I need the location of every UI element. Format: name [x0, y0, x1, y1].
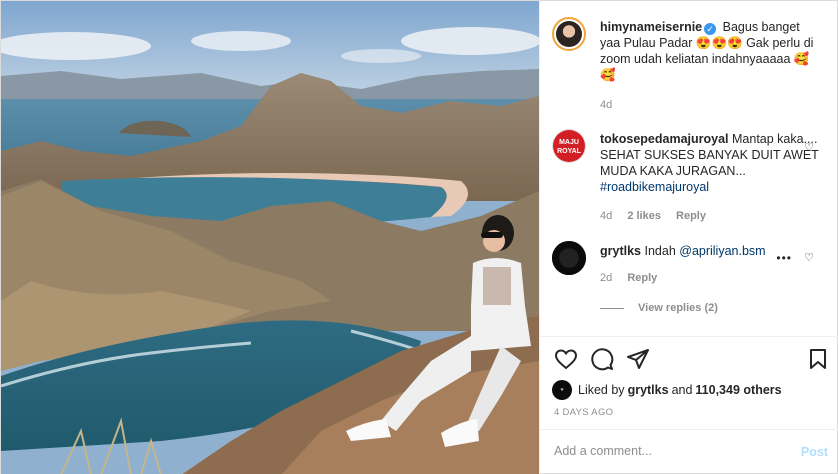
avatar-logo-text: MAJU ROYAL [553, 130, 585, 162]
instagram-post-frame: himynameisernie ✓ Bagus banget yaa Pulau … [0, 0, 838, 474]
share-icon[interactable] [626, 347, 650, 371]
likes-count[interactable]: 110,349 others [695, 383, 781, 397]
comment-username[interactable]: tokosepedamajuroyal [600, 132, 729, 146]
reply-button[interactable]: Reply [627, 272, 657, 284]
heart-icon[interactable]: ♡ [804, 251, 814, 264]
verified-badge-icon: ✓ [704, 23, 717, 35]
comment-input[interactable] [554, 444, 774, 458]
comments-panel: himynameisernie ✓ Bagus banget yaa Pulau … [539, 1, 838, 474]
landscape-photo [1, 1, 539, 474]
post-button[interactable]: Post [801, 445, 828, 459]
heart-icon[interactable]: ♡ [804, 141, 814, 154]
comment-meta: 2d Reply [600, 272, 669, 284]
comment-time: 2d [600, 272, 613, 284]
post-time[interactable]: 4 DAYS AGO [554, 407, 613, 418]
view-replies-button[interactable]: View replies (2) [600, 302, 718, 314]
comment-text: tokosepedamajuroyal Mantap kaka.... SEHA… [600, 131, 820, 195]
heart-icon[interactable] [554, 347, 578, 371]
comment-time: 4d [600, 99, 613, 111]
comment-likes[interactable]: 2 likes [627, 210, 661, 222]
view-replies-label: View replies (2) [638, 302, 718, 314]
likes-user[interactable]: grytlks [628, 383, 669, 397]
comment-icon[interactable] [590, 347, 614, 371]
more-options-icon[interactable]: ••• [776, 251, 792, 265]
avatar[interactable] [552, 17, 586, 51]
likes-summary: ● Liked by grytlks and 110,349 others [552, 380, 785, 400]
avatar[interactable]: MAJU ROYAL [552, 129, 586, 163]
comment-body: Indah [644, 244, 680, 258]
view-replies-line [600, 307, 624, 309]
likes-prefix: Liked by [578, 383, 625, 397]
reply-button[interactable]: Reply [676, 210, 706, 222]
comment-time: 4d [600, 210, 613, 222]
caption-comment: himynameisernie ✓ Bagus banget yaa Pulau … [552, 17, 828, 117]
comment-meta: 4d [600, 99, 624, 111]
bookmark-icon[interactable] [806, 347, 830, 371]
comment-username[interactable]: himynameisernie [600, 20, 702, 34]
comment-meta: 4d 2 likes Reply [600, 210, 718, 222]
likes-middle: and [671, 383, 693, 397]
comment-username[interactable]: grytlks [600, 244, 641, 258]
comment-item: MAJU ROYAL tokosepedamajuroyal Mantap ka… [552, 129, 828, 229]
add-comment-bar: Post [540, 429, 838, 474]
avatar[interactable]: ● [552, 380, 572, 400]
comment-text: himynameisernie ✓ Bagus banget yaa Pulau … [600, 19, 820, 83]
post-photo[interactable] [1, 1, 539, 474]
comment-item: grytlks Indah @apriliyan.bsm ••• ♡ 2d Re… [552, 241, 828, 301]
hashtag-link[interactable]: #roadbikemajuroyal [600, 180, 709, 194]
avatar[interactable] [552, 241, 586, 275]
mention-link[interactable]: @apriliyan.bsm [679, 244, 765, 258]
